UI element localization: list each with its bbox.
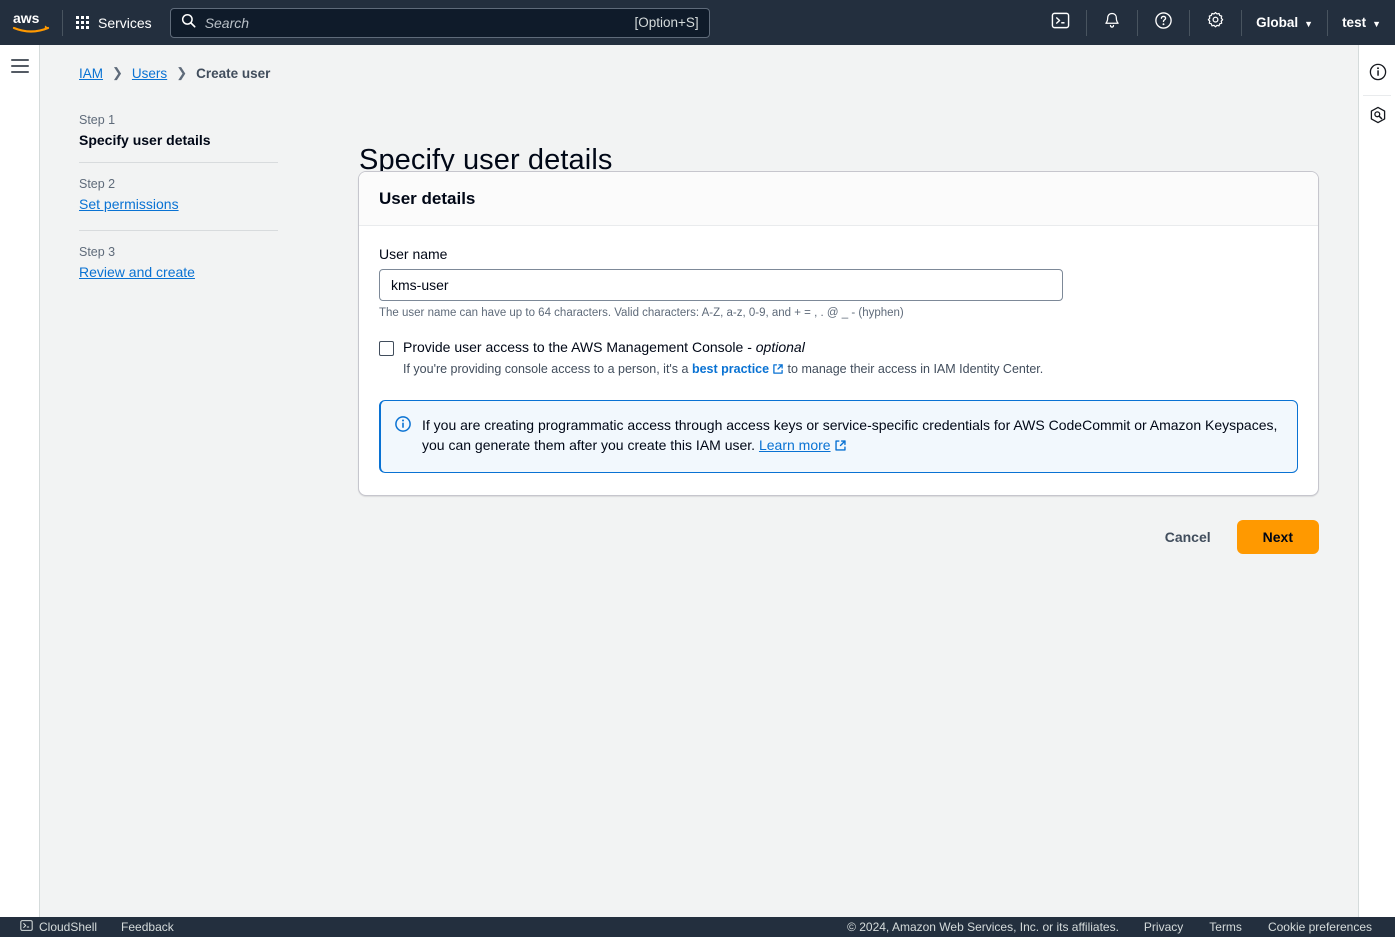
chevron-right-icon: ❯ <box>112 65 123 80</box>
info-alert-text: If you are creating programmatic access … <box>422 415 1281 457</box>
chevron-right-icon: ❯ <box>176 65 188 80</box>
global-search-box[interactable]: [Option+S] <box>169 7 710 38</box>
left-rail <box>0 45 40 917</box>
footer-feedback-label: Feedback <box>121 920 174 934</box>
info-alert-body: If you are creating programmatic access … <box>422 417 1278 454</box>
footer-cloudshell-button[interactable]: CloudShell <box>8 917 109 937</box>
console-access-description: If you're providing console access to a … <box>403 362 1298 378</box>
notifications-button[interactable] <box>1087 0 1137 45</box>
user-name-label: User name <box>379 246 448 262</box>
console-access-desc-prefix: If you're providing console access to a … <box>403 362 692 376</box>
search-input[interactable] <box>204 14 635 31</box>
wizard-steps-sidebar: Step 1 Specify user details Step 2 Set p… <box>79 107 279 298</box>
info-panel-icon <box>1369 63 1387 86</box>
cloudshell-button[interactable] <box>1035 0 1086 45</box>
grid-icon <box>76 16 89 29</box>
svg-text:aws: aws <box>13 10 40 26</box>
console-access-desc-suffix: to manage their access in IAM Identity C… <box>784 362 1044 376</box>
search-shortcut-hint: [Option+S] <box>634 15 699 30</box>
shield-lock-icon <box>1369 106 1387 129</box>
bell-icon <box>1103 11 1121 35</box>
wizard-step-2: Step 2 Set permissions <box>79 163 279 230</box>
search-icon <box>181 13 196 33</box>
footer-cloudshell-label: CloudShell <box>39 920 98 934</box>
console-access-checkbox[interactable] <box>379 341 394 356</box>
wizard-step-1: Step 1 Specify user details <box>79 107 279 162</box>
step-2-link[interactable]: Set permissions <box>79 196 179 212</box>
footer-right-group: © 2024, Amazon Web Services, Inc. or its… <box>847 920 1395 934</box>
footer-feedback-button[interactable]: Feedback <box>109 917 186 937</box>
breadcrumb-item-users[interactable]: Users <box>132 66 167 81</box>
nav-right-group: Global ▼ test ▼ <box>1035 0 1395 45</box>
top-navigation-bar: aws Services [Option+S] <box>0 0 1395 45</box>
breadcrumb-item-iam[interactable]: IAM <box>79 66 103 81</box>
user-name-hint: The user name can have up to 64 characte… <box>379 307 904 319</box>
footer-privacy-link[interactable]: Privacy <box>1131 920 1196 934</box>
user-name-input[interactable] <box>379 269 1063 301</box>
account-label: test <box>1342 15 1367 30</box>
external-link-icon <box>772 363 784 378</box>
footer-left-group: CloudShell Feedback <box>0 917 186 937</box>
info-circle-icon <box>395 416 411 437</box>
wizard-step-3: Step 3 Review and create <box>79 231 279 298</box>
breadcrumb: IAM ❯ Users ❯ Create user <box>79 65 270 81</box>
gear-icon <box>1206 11 1225 35</box>
footer-bar: CloudShell Feedback © 2024, Amazon Web S… <box>0 917 1395 937</box>
next-button[interactable]: Next <box>1236 520 1319 554</box>
cloudshell-icon <box>20 919 33 935</box>
user-details-card: User details User name The user name can… <box>358 171 1319 497</box>
console-access-row: Provide user access to the AWS Managemen… <box>379 339 1298 356</box>
external-link-icon <box>834 437 847 457</box>
breadcrumb-item-current: Create user <box>196 65 271 81</box>
region-label: Global <box>1256 15 1299 30</box>
console-access-optional-tag: optional <box>755 339 805 355</box>
question-circle-icon <box>1154 11 1173 35</box>
step-3-number: Step 3 <box>79 245 116 259</box>
help-button[interactable] <box>1138 0 1189 45</box>
card-header-title: User details <box>379 189 476 208</box>
cloudshell-icon <box>1051 11 1070 35</box>
chevron-down-icon: ▼ <box>1304 18 1314 29</box>
region-selector[interactable]: Global ▼ <box>1242 0 1327 45</box>
settings-button[interactable] <box>1190 0 1241 45</box>
security-panel-button[interactable] <box>1359 96 1395 138</box>
step-1-number: Step 1 <box>79 113 116 127</box>
card-header: User details <box>359 172 1318 226</box>
step-3-link[interactable]: Review and create <box>79 264 195 280</box>
footer-cookie-preferences-link[interactable]: Cookie preferences <box>1255 920 1385 934</box>
info-alert: If you are creating programmatic access … <box>379 400 1298 474</box>
card-body: User name The user name can have up to 6… <box>359 226 1318 495</box>
main-content-area: IAM ❯ Users ❯ Create user Step 1 Specify… <box>41 45 1358 917</box>
services-label: Services <box>98 14 152 31</box>
chevron-down-icon: ▼ <box>1372 18 1381 29</box>
console-access-label-main: Provide user access to the AWS Managemen… <box>403 339 756 355</box>
services-menu-button[interactable]: Services <box>63 0 165 45</box>
info-panel-button[interactable] <box>1359 53 1395 95</box>
wizard-actions: Cancel Next <box>358 520 1319 554</box>
footer-terms-link[interactable]: Terms <box>1196 920 1255 934</box>
cancel-button[interactable]: Cancel <box>1153 521 1223 553</box>
footer-copyright: © 2024, Amazon Web Services, Inc. or its… <box>847 920 1119 934</box>
navigation-toggle-button[interactable] <box>10 59 29 917</box>
step-2-number: Step 2 <box>79 177 116 191</box>
step-1-title: Specify user details <box>79 132 211 148</box>
right-rail <box>1358 45 1395 917</box>
learn-more-link[interactable]: Learn more <box>759 437 831 453</box>
account-menu[interactable]: test ▼ <box>1328 0 1395 45</box>
best-practice-link[interactable]: best practice <box>692 362 769 376</box>
console-access-label[interactable]: Provide user access to the AWS Managemen… <box>403 339 805 355</box>
aws-logo[interactable]: aws <box>0 0 62 45</box>
